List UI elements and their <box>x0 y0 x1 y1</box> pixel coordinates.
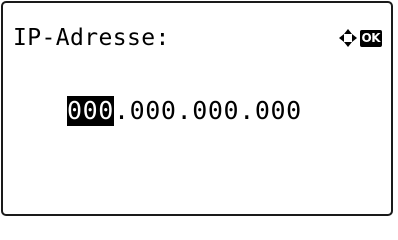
key-hints: OK <box>338 27 382 49</box>
octet-separator: . <box>113 96 130 125</box>
ip-octet-1[interactable]: 000 <box>67 96 114 126</box>
ip-address-field[interactable]: 000 . 000 . 000 . 000 <box>67 96 302 126</box>
ip-octet-4[interactable]: 000 <box>255 96 302 126</box>
ok-key-icon: OK <box>359 29 382 47</box>
octet-separator: . <box>176 96 193 125</box>
ip-octet-2[interactable]: 000 <box>130 96 177 126</box>
screen-title: IP-Adresse: <box>13 25 170 51</box>
ip-octet-3[interactable]: 000 <box>192 96 239 126</box>
octet-separator: . <box>239 96 255 125</box>
four-way-arrow-icon <box>338 29 357 47</box>
lcd-screen: IP-Adresse: OK 000 . 000 . 000 . 000 <box>1 1 393 216</box>
